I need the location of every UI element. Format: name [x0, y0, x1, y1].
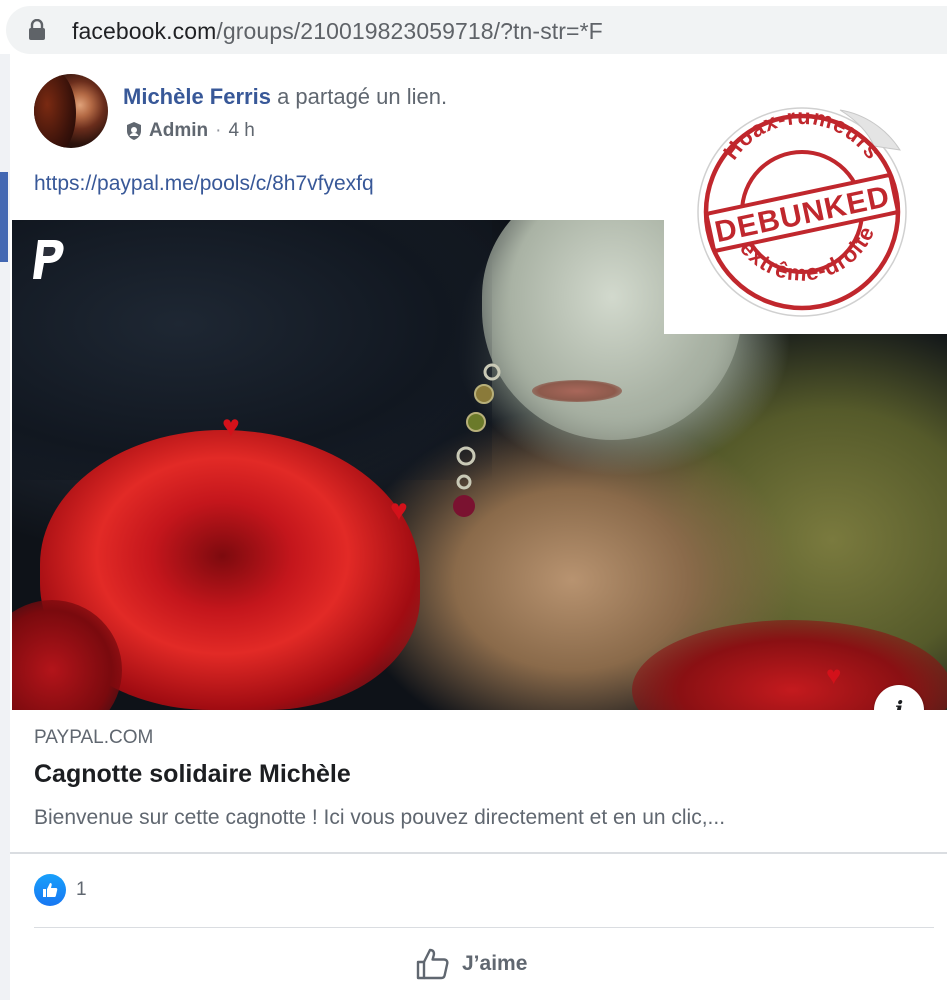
url-path: /groups/210019823059718/?tn-str=*F: [216, 18, 603, 44]
post-time[interactable]: 4 h: [228, 120, 254, 142]
post-link[interactable]: https://paypal.me/pools/c/8h7vfyexfq: [34, 172, 374, 196]
lock-icon: [29, 19, 45, 40]
heart-icon: ♥: [390, 494, 408, 527]
avatar-hair: [34, 74, 76, 148]
reaction-summary[interactable]: 1: [34, 874, 87, 906]
admin-shield-icon: [127, 122, 141, 140]
page-background: [0, 54, 10, 1000]
image-lips: [532, 380, 622, 402]
post-header: Michèle Ferris a partagé un lien.: [123, 84, 447, 110]
sidebar-accent: [0, 172, 8, 262]
preview-description: Bienvenue sur cette cagnotte ! Ici vous …: [34, 806, 726, 829]
debunked-stamp: Hoax-rumeurs d'extrême-droite DEBUNKED: [697, 104, 907, 317]
author-name[interactable]: Michèle Ferris: [123, 84, 271, 109]
image-necklace: [453, 363, 501, 517]
preview-domain: PAYPAL.COM: [34, 727, 154, 748]
post-action-text: a partagé un lien.: [277, 84, 448, 109]
like-button[interactable]: J’aime: [414, 944, 527, 984]
paypal-logo-icon: [33, 240, 64, 279]
debunked-sticker: Hoax-rumeurs d'extrême-droite DEBUNKED: [664, 54, 947, 334]
heart-icon: ♥: [222, 410, 240, 443]
avatar[interactable]: [34, 74, 108, 148]
link-preview-text[interactable]: PAYPAL.COM Cagnotte solidaire Michèle Bi…: [12, 710, 947, 856]
url-domain: facebook.com: [72, 18, 217, 44]
post-meta: Admin · 4 h: [125, 120, 255, 142]
thumbs-up-icon: [416, 948, 449, 980]
like-label: J’aime: [462, 952, 528, 975]
admin-role: Admin: [149, 120, 209, 141]
meta-separator: ·: [215, 120, 222, 141]
preview-divider: [10, 852, 947, 854]
like-reaction-icon: [34, 874, 66, 906]
url-text[interactable]: facebook.com/groups/210019823059718/?tn-…: [72, 18, 603, 45]
address-bar[interactable]: facebook.com/groups/210019823059718/?tn-…: [6, 6, 947, 54]
actions-divider: [34, 927, 934, 928]
preview-title[interactable]: Cagnotte solidaire Michèle: [34, 760, 351, 789]
reaction-count: 1: [76, 879, 87, 900]
heart-icon: ♥: [826, 660, 842, 690]
